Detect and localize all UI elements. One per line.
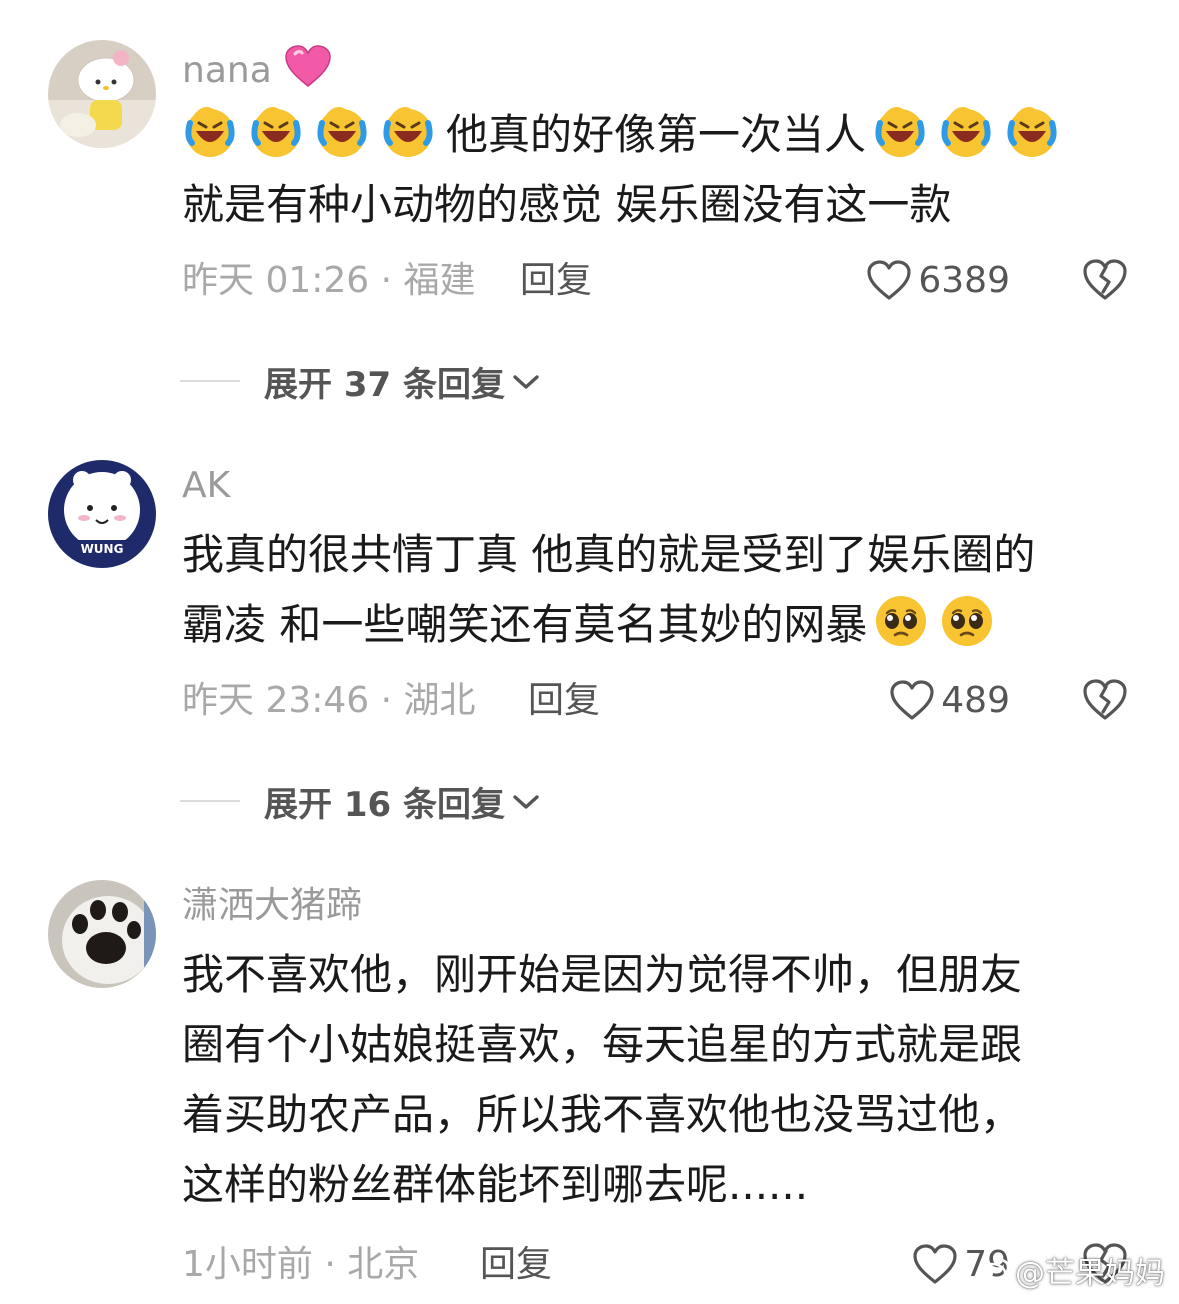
divider <box>180 380 240 382</box>
laughing-crying-icon <box>314 103 370 159</box>
pink-heart-icon <box>283 44 333 101</box>
laughing-crying-icon <box>938 103 994 159</box>
reply-button[interactable]: 回复 <box>480 1240 552 1290</box>
heart-outline-icon <box>912 1244 964 1286</box>
comment-timestamp: 昨天 01:26 · 福建 <box>182 260 476 301</box>
expand-replies-button[interactable]: 展开 16 条回复 <box>180 776 541 826</box>
broken-heart-icon[interactable] <box>1082 258 1128 316</box>
comment-line: 圈有个小姑娘挺喜欢，每天追星的方式就是跟 <box>182 1020 1023 1069</box>
watermark: @芒果妈妈 <box>977 1248 1165 1292</box>
comment-meta: 昨天 01:26 · 福建 回复 6389 <box>182 256 1132 306</box>
like-count: 489 <box>941 680 1010 721</box>
laughing-crying-icon <box>872 103 928 159</box>
laughing-crying-icon <box>380 103 436 159</box>
laughing-crying-icon <box>182 103 238 159</box>
divider <box>180 800 240 802</box>
heart-outline-icon <box>889 680 941 722</box>
avatar[interactable]: WUNG <box>48 460 156 568</box>
laughing-crying-icon <box>1004 103 1060 159</box>
broken-heart-icon[interactable] <box>1082 678 1128 736</box>
comment-text: 他真的好像第一次当人 就是有种小动物的感觉 娱乐圈没有这一款 <box>182 100 1122 240</box>
comment-text: 我不喜欢他，刚开始是因为觉得不帅，但朋友 圈有个小姑娘挺喜欢，每天追星的方式就是… <box>182 940 1122 1220</box>
reply-button[interactable]: 回复 <box>528 676 600 726</box>
comment-timestamp: 昨天 23:46 · 湖北 <box>182 680 476 721</box>
username[interactable]: AK <box>182 464 230 508</box>
svg-text:WUNG: WUNG <box>81 542 124 556</box>
like-button[interactable]: 489 <box>889 676 1010 726</box>
username[interactable]: 潇洒大猪蹄 <box>182 884 362 928</box>
comment-meta: 昨天 23:46 · 湖北 回复 489 <box>182 676 1132 726</box>
chevron-down-icon <box>511 781 541 821</box>
pleading-face-icon <box>939 593 995 649</box>
like-button[interactable]: 6389 <box>866 256 1010 306</box>
comment-text: 我真的很共情丁真 他真的就是受到了娱乐圈的 霸凌 和一些嘲笑还有莫名其妙的网暴 <box>182 520 1122 660</box>
weibo-logo-icon <box>977 1256 1011 1284</box>
pleading-face-icon <box>873 593 929 649</box>
expand-replies-button[interactable]: 展开 37 条回复 <box>180 356 541 406</box>
username[interactable]: nana <box>182 44 333 101</box>
avatar[interactable] <box>48 40 156 148</box>
comment-line: 他真的好像第一次当人 <box>182 100 1122 170</box>
comment-line: 我不喜欢他，刚开始是因为觉得不帅，但朋友 <box>182 950 1023 999</box>
comment-line: 我真的很共情丁真 他真的就是受到了娱乐圈的 <box>182 530 1036 579</box>
comment-line: 着买助农产品，所以我不喜欢他也没骂过他， <box>182 1090 1023 1139</box>
comment-line: 就是有种小动物的感觉 娱乐圈没有这一款 <box>182 180 952 229</box>
avatar[interactable] <box>48 880 156 988</box>
like-count: 6389 <box>918 260 1010 301</box>
heart-outline-icon <box>866 260 918 302</box>
reply-button[interactable]: 回复 <box>520 256 592 306</box>
comment-line: 这样的粉丝群体能坏到哪去呢...... <box>182 1160 809 1209</box>
comment-timestamp: 1小时前 · 北京 <box>182 1244 420 1285</box>
chevron-down-icon <box>511 361 541 401</box>
comment-line: 霸凌 和一些嘲笑还有莫名其妙的网暴 <box>182 590 1122 660</box>
laughing-crying-icon <box>248 103 304 159</box>
